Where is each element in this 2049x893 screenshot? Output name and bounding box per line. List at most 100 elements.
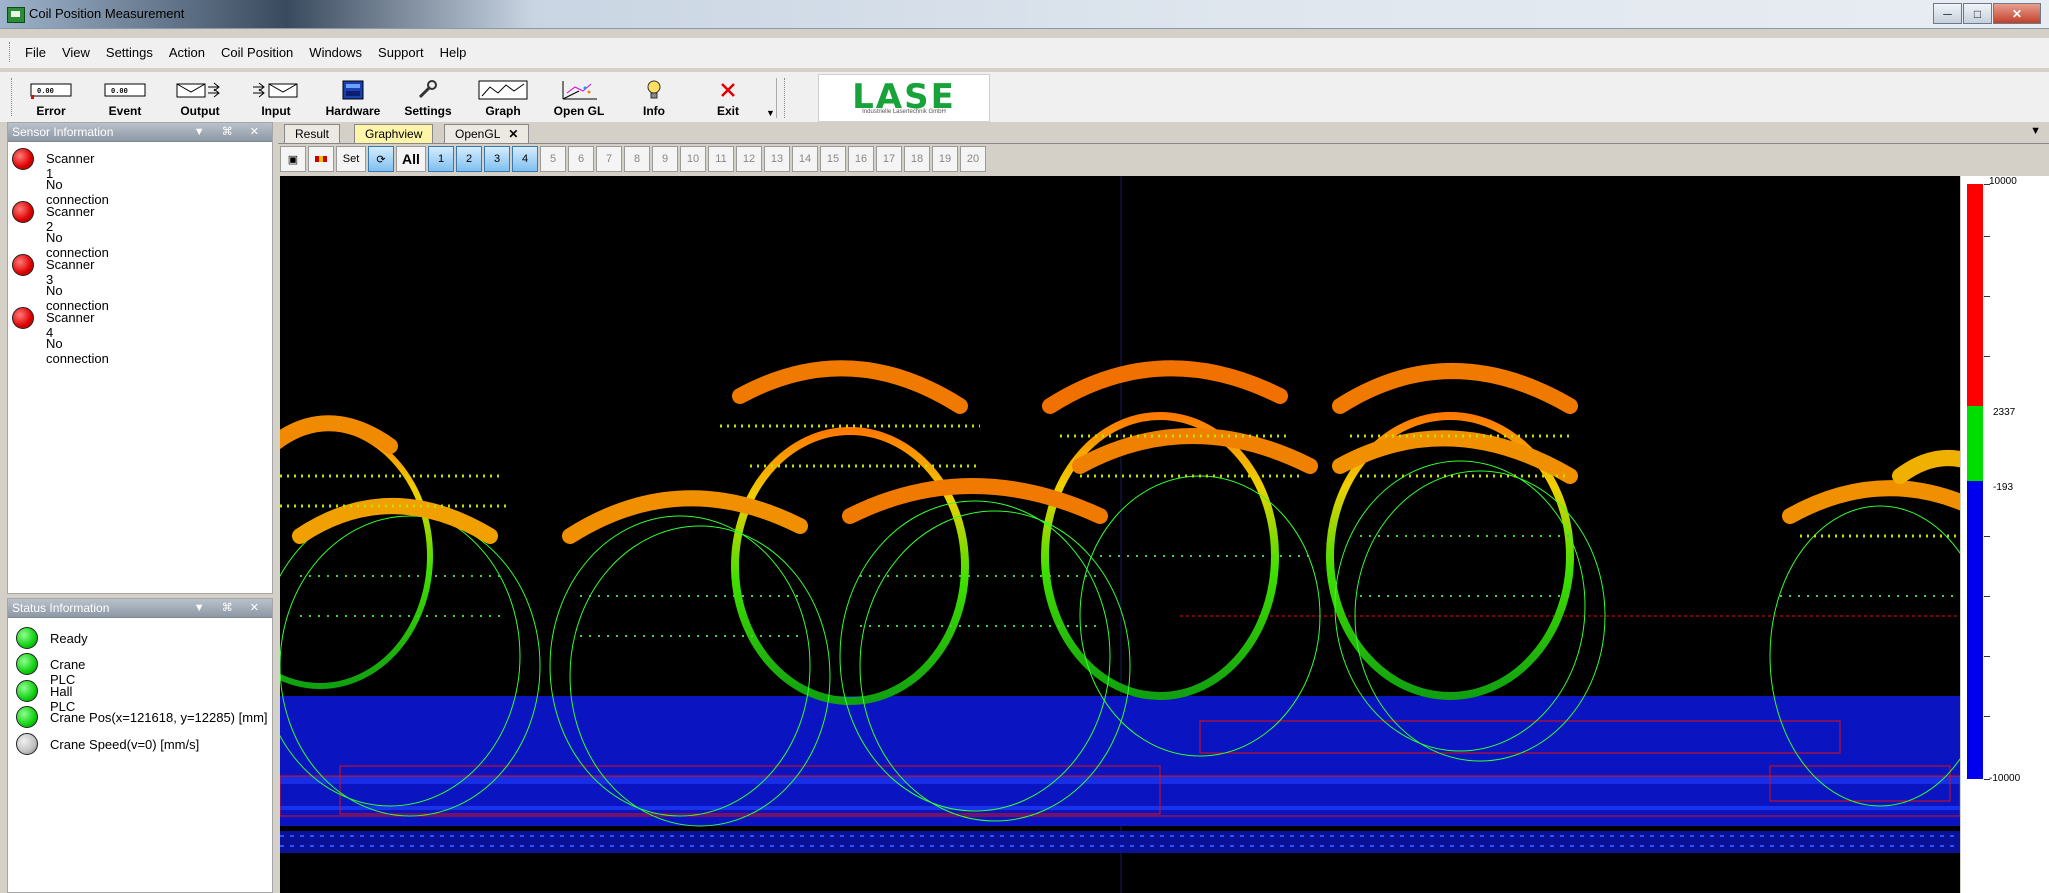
- set-button[interactable]: Set: [336, 146, 366, 172]
- toolbar-overflow-icon[interactable]: ▼: [766, 108, 775, 118]
- channel-label: 13: [770, 153, 784, 165]
- channel-label: 9: [661, 153, 669, 165]
- channel-button-6[interactable]: 6: [568, 146, 594, 172]
- menu-view[interactable]: View: [62, 45, 90, 60]
- graph-button[interactable]: Graph: [472, 76, 534, 120]
- opengl-label: Open GL: [553, 104, 605, 118]
- exit-label: Exit: [716, 104, 739, 118]
- channel-button-8[interactable]: 8: [624, 146, 650, 172]
- exit-button[interactable]: Exit: [698, 76, 758, 120]
- hardware-label: Hardware: [325, 104, 381, 118]
- channel-button-14[interactable]: 14: [792, 146, 818, 172]
- scale-tick: [1984, 296, 1990, 297]
- channel-label: 3: [493, 153, 501, 165]
- hardware-icon: [342, 80, 364, 100]
- point-cloud-graph[interactable]: [280, 176, 1960, 893]
- toolbar-separator: [776, 78, 777, 118]
- channel-button-7[interactable]: 7: [596, 146, 622, 172]
- panel-controls[interactable]: ▼ ⌘ ✕: [194, 599, 266, 617]
- close-button[interactable]: ✕: [1993, 3, 2041, 24]
- input-label: Input: [261, 104, 291, 118]
- channel-button-12[interactable]: 12: [736, 146, 762, 172]
- channel-button-4[interactable]: 4: [512, 146, 538, 172]
- wrench-icon: [418, 80, 437, 99]
- menu-file[interactable]: File: [25, 45, 46, 60]
- channel-label: 5: [549, 153, 557, 165]
- channel-button-15[interactable]: 15: [820, 146, 846, 172]
- menu-bar: File View Settings Action Coil Position …: [0, 38, 2049, 68]
- channel-button-5[interactable]: 5: [540, 146, 566, 172]
- hardware-button[interactable]: Hardware: [320, 76, 386, 120]
- channel-button-1[interactable]: 1: [428, 146, 454, 172]
- menu-grip[interactable]: [9, 42, 13, 62]
- info-button[interactable]: Info: [624, 76, 684, 120]
- menu-coil-position[interactable]: Coil Position: [221, 45, 293, 60]
- lase-logo: LASE Industrielle Lasertechnik GmbH: [818, 74, 990, 122]
- scanner-status: No connection: [46, 177, 109, 207]
- channel-button-20[interactable]: 20: [960, 146, 986, 172]
- channel-button-3[interactable]: 3: [484, 146, 510, 172]
- menu-help[interactable]: Help: [440, 45, 467, 60]
- lower-threshold-handle[interactable]: [1982, 475, 1992, 487]
- channel-button-19[interactable]: 19: [932, 146, 958, 172]
- scale-min-label: -10000: [1989, 773, 2021, 784]
- scanner-status: No connection: [46, 230, 109, 260]
- tab-opengl[interactable]: OpenGL ✕: [444, 124, 530, 143]
- panel-controls[interactable]: ▼ ⌘ ✕: [194, 123, 266, 141]
- color-mode-icon[interactable]: [308, 146, 334, 172]
- channel-button-16[interactable]: 16: [848, 146, 874, 172]
- output-button[interactable]: Output: [170, 76, 230, 120]
- error-log-icon: 0.00: [30, 83, 72, 99]
- tab-result[interactable]: Result: [284, 124, 341, 143]
- error-button[interactable]: 0.00 Error: [22, 76, 80, 120]
- tab-dropdown-icon[interactable]: ▼: [2030, 125, 2041, 137]
- tab-graphview[interactable]: Graphview: [354, 124, 434, 143]
- channel-label: 15: [826, 153, 840, 165]
- scale-tick: [1984, 716, 1990, 717]
- input-button[interactable]: Input: [246, 76, 306, 120]
- menu-settings[interactable]: Settings: [106, 45, 153, 60]
- fit-view-icon[interactable]: ▣: [280, 146, 306, 172]
- event-button[interactable]: 0.00 Event: [96, 76, 154, 120]
- channel-button-18[interactable]: 18: [904, 146, 930, 172]
- scanner-status: No connection: [46, 283, 109, 313]
- channel-button-9[interactable]: 9: [652, 146, 678, 172]
- svg-text:0.00: 0.00: [37, 88, 54, 96]
- opengl-button[interactable]: Open GL: [548, 76, 610, 120]
- all-label: All: [402, 151, 420, 167]
- main-toolbar: 0.00 Error 0.00 Event Output Input Hardw…: [0, 72, 2049, 122]
- upper-threshold-handle[interactable]: [1982, 400, 1992, 412]
- channel-button-17[interactable]: 17: [876, 146, 902, 172]
- channel-button-2[interactable]: 2: [456, 146, 482, 172]
- toolbar-grip-2[interactable]: [784, 78, 786, 118]
- tab-close-icon[interactable]: ✕: [508, 127, 518, 141]
- channel-button-13[interactable]: 13: [764, 146, 790, 172]
- channel-label: 19: [938, 153, 952, 165]
- channel-label: 17: [882, 153, 896, 165]
- refresh-icon[interactable]: ⟳: [368, 146, 394, 172]
- status-panel-header: Status Information ▼ ⌘ ✕: [8, 599, 272, 618]
- status-led-red: [12, 307, 34, 329]
- minimize-button[interactable]: ─: [1933, 3, 1962, 24]
- output-mail-icon: [176, 82, 220, 98]
- channel-button-11[interactable]: 11: [708, 146, 734, 172]
- settings-button[interactable]: Settings: [396, 76, 460, 120]
- channel-button-10[interactable]: 10: [680, 146, 706, 172]
- info-label: Info: [643, 104, 665, 118]
- channel-label: 16: [854, 153, 868, 165]
- toolbar-grip[interactable]: [11, 78, 15, 116]
- document-tab-bar: Result Graphview OpenGL ✕ ▼: [278, 122, 2049, 144]
- point-cloud-canvas[interactable]: [280, 176, 1960, 893]
- menu-action[interactable]: Action: [169, 45, 205, 60]
- status-row: Crane Pos(x=121618, y=12285) [mm]: [8, 706, 270, 730]
- sensor-panel-title: Sensor Information: [12, 125, 114, 139]
- menu-windows[interactable]: Windows: [309, 45, 362, 60]
- app-icon: [7, 7, 25, 23]
- all-button[interactable]: All: [396, 146, 426, 172]
- menu-support[interactable]: Support: [378, 45, 424, 60]
- tab-graphview-label: Graphview: [365, 127, 423, 141]
- maximize-button[interactable]: □: [1963, 3, 1992, 24]
- title-bar: Coil Position Measurement ─ □ ✕: [0, 0, 2049, 29]
- logo-subtitle: Industrielle Lasertechnik GmbH: [862, 109, 946, 115]
- status-led-green: [16, 706, 38, 728]
